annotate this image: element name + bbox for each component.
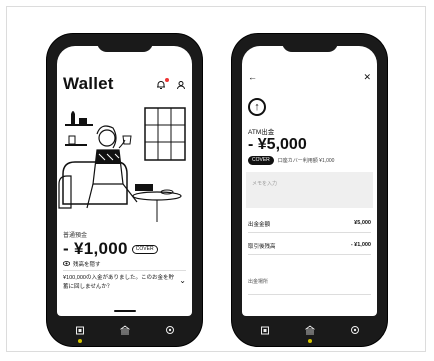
divider xyxy=(248,232,371,233)
phone-notch xyxy=(96,40,153,52)
divider xyxy=(63,270,186,271)
cover-info: COVER 口座カバー利用額 ¥1,000 xyxy=(248,156,334,165)
balance-row: - ¥1,000 COVER xyxy=(63,239,158,259)
chevron-down-icon[interactable]: ⌄ xyxy=(179,276,186,285)
bank-icon[interactable] xyxy=(301,321,319,343)
detail-value: - ¥1,000 xyxy=(350,242,371,248)
bottom-nav xyxy=(57,318,192,343)
cover-badge: COVER xyxy=(131,244,158,254)
wallet-icon[interactable] xyxy=(71,321,89,343)
wallet-screen: Wallet 普通預金 - ¥1,000 COVER 残高を隠す ¥100,00… xyxy=(57,46,192,316)
transaction-title: ATM出金 xyxy=(248,129,275,136)
phone-right: ← ✕ ↑ ATM出金 - ¥5,000 COVER 口座カバー利用額 ¥1,0… xyxy=(232,34,387,346)
detail-row: 取引後残高 - ¥1,000 xyxy=(248,242,371,250)
detail-row: 出金金額 ¥5,000 xyxy=(248,220,371,228)
phone-notch xyxy=(281,40,338,52)
cover-badge: COVER xyxy=(248,156,274,165)
divider xyxy=(248,254,371,255)
eye-icon xyxy=(62,260,71,268)
balance-amount: - ¥1,000 xyxy=(63,239,128,258)
detail-value: ¥5,000 xyxy=(354,220,371,226)
account-type-label: 普通預金 xyxy=(63,233,88,239)
bell-icon[interactable] xyxy=(156,78,169,93)
deposit-notice[interactable]: ¥100,000の入金がありました。このお金を貯蓄に回しませんか？ xyxy=(63,274,178,292)
transaction-detail-screen: ← ✕ ↑ ATM出金 - ¥5,000 COVER 口座カバー利用額 ¥1,0… xyxy=(242,46,377,316)
close-icon[interactable]: ✕ xyxy=(363,72,371,83)
woman-reading-illustration xyxy=(58,107,186,222)
memo-input[interactable]: メモを入力 xyxy=(246,172,373,208)
bank-icon[interactable] xyxy=(116,321,134,339)
settings-icon[interactable] xyxy=(161,321,179,339)
detail-label: 取引後残高 xyxy=(248,244,276,250)
phone-left: Wallet 普通預金 - ¥1,000 COVER 残高を隠す ¥100,00… xyxy=(47,34,202,346)
notification-dot xyxy=(165,78,169,82)
back-arrow-icon[interactable]: ← xyxy=(248,72,257,83)
settings-icon[interactable] xyxy=(346,321,364,339)
arrow-up-circle-icon: ↑ xyxy=(248,98,266,116)
hide-balance-label: 残高を隠す xyxy=(73,262,101,268)
home-indicator xyxy=(113,310,136,312)
location-label: 出金場所 xyxy=(248,279,269,285)
detail-label: 出金金額 xyxy=(248,222,271,228)
hide-balance-toggle[interactable]: 残高を隠す xyxy=(62,260,101,268)
cover-note: 口座カバー利用額 ¥1,000 xyxy=(277,158,335,164)
divider xyxy=(248,294,371,295)
user-icon[interactable] xyxy=(176,80,186,93)
transaction-amount: - ¥5,000 xyxy=(248,136,307,153)
page-title: Wallet xyxy=(63,74,114,93)
wallet-icon[interactable] xyxy=(256,321,274,339)
bottom-nav xyxy=(242,318,377,343)
